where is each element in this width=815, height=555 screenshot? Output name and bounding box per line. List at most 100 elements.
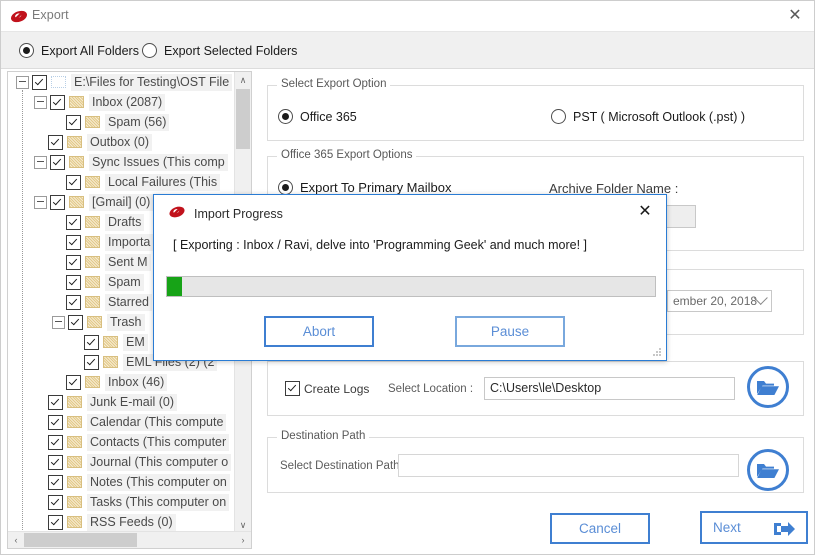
- tree-item-checkbox[interactable]: [48, 494, 63, 510]
- dialog-resize-grip[interactable]: [652, 347, 663, 358]
- tree-item-label: Starred: [105, 293, 152, 311]
- folder-icon: [51, 76, 66, 88]
- create-logs-checkbox-row[interactable]: Create Logs: [285, 381, 369, 396]
- radio-export-selected-folders[interactable]: Export Selected Folders: [142, 43, 297, 58]
- dialog-app-icon: [168, 204, 186, 223]
- window-close-icon[interactable]: ✕: [782, 5, 808, 27]
- tree-item-checkbox[interactable]: [48, 394, 63, 410]
- select-export-option-group: Select Export Option Office 365 PST ( Mi…: [267, 78, 804, 141]
- tree-item-checkbox[interactable]: [48, 474, 63, 490]
- tree-scroll-left-icon[interactable]: ‹: [8, 532, 24, 548]
- folder-icon: [69, 96, 84, 108]
- dialog-close-icon[interactable]: ✕: [634, 201, 656, 223]
- tree-item-checkbox[interactable]: [66, 294, 81, 310]
- tree-item[interactable]: Calendar (This compute: [8, 412, 236, 432]
- tree-item-checkbox[interactable]: [66, 254, 81, 270]
- tree-guide-line: [22, 90, 23, 533]
- dialog-status-message: [ Exporting : Inbox / Ravi, delve into '…: [173, 238, 587, 252]
- tree-vertical-scroll-thumb[interactable]: [236, 89, 250, 149]
- tree-item-checkbox[interactable]: [48, 134, 63, 150]
- tree-item-label: Local Failures (This: [105, 173, 221, 191]
- folder-icon: [67, 456, 82, 468]
- tree-item[interactable]: Inbox (2087): [8, 92, 236, 112]
- tree-item[interactable]: RSS Feeds (0): [8, 512, 236, 532]
- pause-button[interactable]: Pause: [455, 316, 565, 347]
- browse-destination-path-button[interactable]: [747, 449, 789, 491]
- tree-item-checkbox[interactable]: [48, 434, 63, 450]
- tree-item[interactable]: Outbox (0): [8, 132, 236, 152]
- folder-icon: [67, 496, 82, 508]
- tree-item-checkbox[interactable]: [32, 74, 47, 90]
- window-titlebar: Export ✕: [1, 1, 814, 32]
- tree-item[interactable]: Notes (This computer on: [8, 472, 236, 492]
- folder-icon: [67, 516, 82, 528]
- radio-office365[interactable]: Office 365: [278, 109, 357, 124]
- radio-export-all-folders[interactable]: Export All Folders: [19, 43, 139, 58]
- tree-item[interactable]: E:\Files for Testing\OST File: [8, 72, 236, 92]
- cancel-button[interactable]: Cancel: [550, 513, 650, 544]
- tree-item[interactable]: Local Failures (This: [8, 172, 236, 192]
- radio-label-office365: Office 365: [300, 109, 357, 124]
- browse-log-location-button[interactable]: [747, 366, 789, 408]
- folder-icon: [69, 196, 84, 208]
- tree-item-checkbox[interactable]: [84, 334, 99, 350]
- tree-item-checkbox[interactable]: [48, 414, 63, 430]
- tree-item[interactable]: Sync Issues (This comp: [8, 152, 236, 172]
- tree-item[interactable]: Contacts (This computer: [8, 432, 236, 452]
- tree-scroll-up-icon[interactable]: ∧: [235, 72, 251, 88]
- tree-item-checkbox[interactable]: [48, 514, 63, 530]
- tree-item-checkbox[interactable]: [66, 114, 81, 130]
- tree-item-checkbox[interactable]: [66, 274, 81, 290]
- log-location-input[interactable]: C:\Users\le\Desktop: [484, 377, 735, 400]
- tree-item[interactable]: Journal (This computer o: [8, 452, 236, 472]
- select-destination-path-label: Select Destination Path: [280, 460, 400, 472]
- date-filter-combo[interactable]: ember 20, 2018: [667, 290, 772, 312]
- tree-item-checkbox[interactable]: [66, 174, 81, 190]
- tree-collapse-icon[interactable]: [34, 95, 47, 109]
- folder-icon: [67, 136, 82, 148]
- abort-button[interactable]: Abort: [264, 316, 374, 347]
- tree-horizontal-scrollbar[interactable]: ‹ ›: [8, 531, 251, 548]
- tree-item[interactable]: Spam (56): [8, 112, 236, 132]
- radio-pst[interactable]: PST ( Microsoft Outlook (.pst) ): [551, 109, 745, 124]
- tree-item-checkbox[interactable]: [66, 374, 81, 390]
- tree-collapse-icon[interactable]: [52, 315, 65, 329]
- folder-icon: [67, 436, 82, 448]
- tree-collapse-icon[interactable]: [34, 195, 47, 209]
- radio-label-export-all: Export All Folders: [41, 43, 139, 58]
- tree-item[interactable]: Inbox (46): [8, 372, 236, 392]
- radio-label-export-selected: Export Selected Folders: [164, 43, 298, 58]
- tree-item-checkbox[interactable]: [84, 354, 99, 370]
- tree-item[interactable]: Junk E-mail (0): [8, 392, 236, 412]
- tree-scroll-right-icon[interactable]: ›: [235, 532, 251, 548]
- next-button[interactable]: Next: [700, 511, 808, 544]
- tree-collapse-icon[interactable]: [34, 155, 47, 169]
- tree-item-checkbox[interactable]: [66, 214, 81, 230]
- tree-item-label: Sync Issues (This comp: [89, 153, 228, 171]
- tree-horizontal-scroll-thumb[interactable]: [24, 533, 137, 547]
- tree-item-checkbox[interactable]: [50, 194, 65, 210]
- tree-collapse-icon[interactable]: [16, 75, 29, 89]
- tree-item-checkbox[interactable]: [66, 234, 81, 250]
- tree-item-checkbox[interactable]: [68, 314, 83, 330]
- tree-item[interactable]: Tasks (This computer on: [8, 492, 236, 512]
- create-logs-checkbox[interactable]: [285, 381, 300, 396]
- radio-export-to-primary-mailbox[interactable]: Export To Primary Mailbox: [278, 180, 451, 195]
- tree-item-checkbox[interactable]: [48, 454, 63, 470]
- dialog-title-row: Import Progress: [168, 204, 283, 223]
- tree-item-checkbox[interactable]: [50, 94, 65, 110]
- destination-path-input[interactable]: [398, 454, 739, 477]
- tree-item-label: Trash: [107, 313, 145, 331]
- tree-item-label: E:\Files for Testing\OST File: [71, 73, 233, 91]
- tree-item-checkbox[interactable]: [50, 154, 65, 170]
- folder-icon: [103, 356, 118, 368]
